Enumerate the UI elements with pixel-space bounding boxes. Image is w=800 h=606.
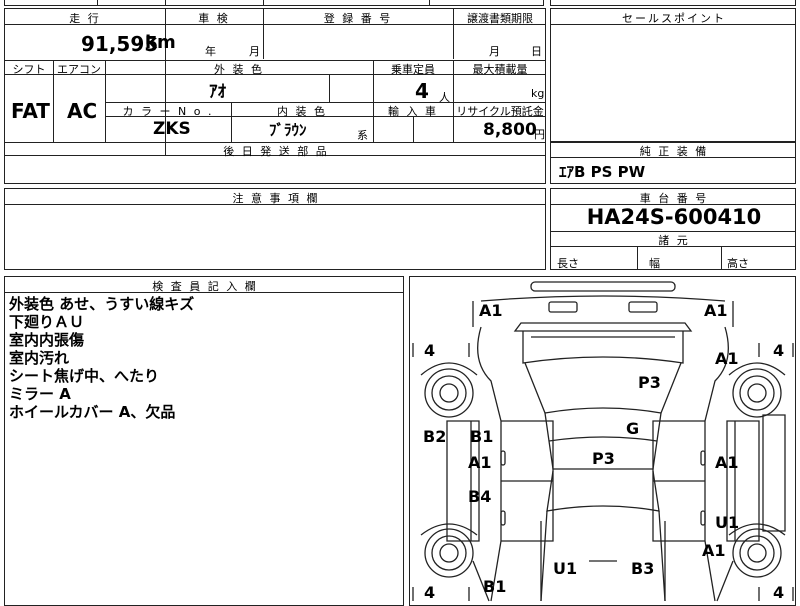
top-strip bbox=[4, 0, 544, 6]
aircon-label: エアコン bbox=[57, 63, 101, 76]
sales-point-box: セールスポイント bbox=[550, 8, 796, 142]
transfer-deadline-label: 譲渡書類期限 bbox=[467, 12, 533, 25]
later-parts-box bbox=[4, 156, 546, 184]
length-label: 長さ bbox=[557, 257, 579, 270]
mileage-label: 走 行 bbox=[69, 12, 101, 25]
damage-mark: B4 bbox=[468, 487, 492, 506]
damage-mark: P3 bbox=[592, 449, 615, 468]
chassis-box: 車 台 番 号 HA24S-600410 諸 元 長さ 幅 高さ bbox=[550, 188, 796, 270]
inspector-note: 室内内張傷 bbox=[9, 331, 85, 349]
damage-mark: U1 bbox=[715, 513, 740, 532]
import-car-label: 輸 入 車 bbox=[388, 105, 438, 118]
car-diagram bbox=[412, 281, 794, 602]
tire-count: 4 bbox=[424, 583, 436, 602]
shift-label: シフト bbox=[12, 63, 46, 76]
interior-color-suffix: 系 bbox=[357, 129, 368, 142]
spec-table: 走 行 車 検 登 録 番 号 譲渡書類期限 91,595 km 年 月 月 日… bbox=[4, 8, 546, 158]
transfer-month-unit: 月 bbox=[489, 45, 500, 58]
inspector-note: 外装色 あせ、うすい線キズ bbox=[9, 295, 195, 313]
inspector-label: 検 査 員 記 入 欄 bbox=[152, 280, 258, 293]
transfer-day-unit: 日 bbox=[531, 45, 542, 58]
capacity-label: 乗車定員 bbox=[391, 63, 435, 76]
inspection-label: 車 検 bbox=[198, 12, 230, 25]
recycle-label: リサイクル預託金 bbox=[456, 105, 544, 118]
genuine-equipment-label: 純 正 装 備 bbox=[639, 145, 709, 158]
mileage-unit: km bbox=[145, 32, 176, 53]
exterior-color-value: ｱｵ bbox=[209, 82, 226, 102]
inspector-box: 検 査 員 記 入 欄 外装色 あせ、うすい線キズ 下廻りＡＵ 室内内張傷 室内… bbox=[4, 276, 404, 606]
inspection-month-unit: 月 bbox=[249, 45, 260, 58]
inspector-note: 室内汚れ bbox=[9, 349, 70, 367]
genuine-equipment-box: 純 正 装 備 ｴｱB PS PW bbox=[550, 142, 796, 184]
top-strip-right bbox=[550, 0, 796, 6]
color-no-label: カ ラ ー N o . bbox=[122, 105, 214, 118]
damage-mark: B1 bbox=[470, 427, 494, 446]
sales-point-label: セールスポイント bbox=[622, 12, 726, 25]
exterior-color-label: 外 装 色 bbox=[214, 63, 264, 76]
chassis-value: HA24S-600410 bbox=[586, 205, 762, 229]
damage-mark: B1 bbox=[483, 577, 507, 596]
interior-color-value: ﾌﾞﾗｳﾝ bbox=[269, 121, 307, 139]
damage-mark: A1 bbox=[704, 301, 728, 320]
damage-mark: A1 bbox=[479, 301, 503, 320]
tire-count: 4 bbox=[424, 341, 436, 360]
inspector-note: ミラー A bbox=[9, 385, 71, 403]
height-label: 高さ bbox=[727, 257, 749, 270]
aircon-value: AC bbox=[67, 99, 98, 123]
inspector-note: ホイールカバー A、欠品 bbox=[9, 403, 176, 421]
recycle-unit: 円 bbox=[534, 128, 545, 141]
damage-mark: B2 bbox=[423, 427, 447, 446]
tire-count: 4 bbox=[773, 341, 785, 360]
inspector-note: 下廻りＡＵ bbox=[9, 313, 85, 331]
chassis-label: 車 台 番 号 bbox=[639, 192, 709, 205]
inspector-note: シート焦げ中、へたり bbox=[9, 367, 160, 385]
damage-mark: P3 bbox=[638, 373, 661, 392]
genuine-equipment-value: ｴｱB PS PW bbox=[559, 163, 646, 181]
damage-mark: A1 bbox=[468, 453, 492, 472]
inspection-year-unit: 年 bbox=[205, 45, 216, 58]
damage-mark: G bbox=[626, 419, 640, 438]
damage-mark: A1 bbox=[715, 453, 739, 472]
caution-label: 注 意 事 項 欄 bbox=[232, 192, 320, 205]
caution-box: 注 意 事 項 欄 bbox=[4, 188, 546, 270]
color-no-value: ZKS bbox=[153, 119, 191, 139]
width-label: 幅 bbox=[649, 257, 660, 270]
interior-color-label: 内 装 色 bbox=[277, 105, 327, 118]
registration-label: 登 録 番 号 bbox=[323, 12, 393, 25]
damage-mark: A1 bbox=[715, 349, 739, 368]
max-load-unit: kg bbox=[531, 87, 545, 100]
tire-count: 4 bbox=[773, 583, 785, 602]
capacity-value: 4 bbox=[415, 79, 429, 103]
damage-mark: A1 bbox=[702, 541, 726, 560]
max-load-label: 最大積載量 bbox=[472, 63, 528, 76]
car-diagram-box: A1 A1 A1 P3 G P3 B1 A1 A1 B4 U1 B2 A1 U1… bbox=[409, 276, 796, 606]
shift-value: FAT bbox=[11, 99, 50, 123]
recycle-value: 8,800 bbox=[483, 120, 537, 140]
damage-mark: B3 bbox=[631, 559, 655, 578]
damage-mark: U1 bbox=[553, 559, 578, 578]
